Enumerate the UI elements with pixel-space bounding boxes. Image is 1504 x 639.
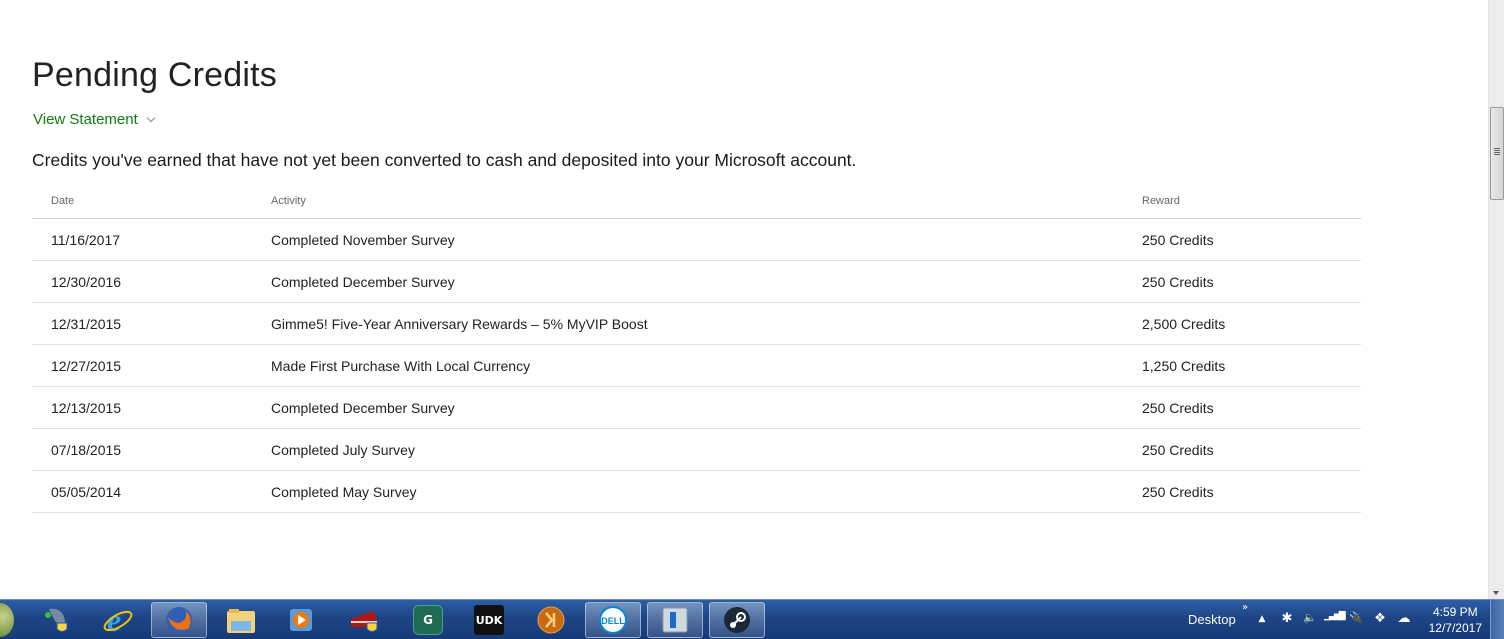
taskbar-app-internet-explorer[interactable]: e (90, 602, 146, 638)
scroll-down-arrow-icon[interactable] (1493, 591, 1499, 595)
cloud-upload-icon[interactable]: ☁ (1396, 611, 1412, 626)
clock-date: 12/7/2017 (1428, 621, 1482, 635)
chevron-down-icon (146, 113, 156, 122)
internet-explorer-icon: e (103, 604, 133, 636)
system-tray: Desktop » ▲ ✱ 🔈 ▁▃▅▇ 🔌 ❖ ☁ 4:59 PM 12/7/… (1174, 600, 1504, 639)
volume-icon[interactable]: 🔈 (1302, 611, 1318, 624)
taskbar-app-media-player[interactable] (273, 602, 329, 638)
view-statement-label: View Statement (33, 111, 138, 128)
cell-activity: Made First Purchase With Local Currency (271, 358, 531, 374)
network-shield-icon (45, 608, 68, 632)
steam-icon (724, 607, 750, 633)
cell-activity: Completed December Survey (271, 274, 455, 290)
file-explorer-icon (227, 609, 255, 633)
bluetooth-icon[interactable]: ✱ (1279, 611, 1295, 626)
table-row: 07/18/2015 Completed July Survey 250 Credi… (32, 429, 1361, 471)
show-hidden-icons-icon[interactable]: ▲ (1254, 614, 1270, 624)
scrollbar-thumb[interactable] (1490, 107, 1504, 200)
taskbar-app-dell[interactable]: DELL (585, 602, 641, 638)
dell-icon: DELL (599, 606, 627, 634)
column-header-date: Date (51, 195, 75, 207)
vertical-scrollbar[interactable] (1488, 0, 1504, 599)
3ds-max-icon: G (413, 605, 443, 635)
cell-activity: Gimme5! Five-Year Anniversary Rewards – … (271, 316, 648, 332)
cell-activity: Completed December Survey (271, 400, 455, 416)
windows-taskbar: e G UDK DELL Desktop » ▲ ✱ 🔈 ▁▃▅▇ 🔌 ❖ ☁ (0, 599, 1504, 639)
cell-date: 12/30/2016 (51, 274, 122, 290)
taskbar-app-window[interactable] (647, 602, 703, 638)
svg-text:DELL: DELL (601, 616, 625, 626)
table-row: 12/13/2015 Completed December Survey 250 C… (32, 387, 1361, 429)
power-icon[interactable]: 🔌 (1348, 611, 1364, 624)
cell-activity: Completed May Survey (271, 484, 417, 500)
pending-credits-page: Pending Credits View Statement Credits y… (0, 0, 1488, 599)
grip-icon (1494, 148, 1500, 156)
cell-date: 12/13/2015 (51, 400, 122, 416)
table-header: Date Activity Reward (32, 190, 1361, 219)
taskbar-app-steam[interactable] (709, 602, 765, 638)
cell-reward: 250 Credits (1142, 274, 1214, 290)
table-row: 11/16/2017 Completed November Survey 250 C… (32, 219, 1361, 261)
cell-reward: 250 Credits (1142, 232, 1214, 248)
cake-shield-icon (351, 611, 378, 632)
view-statement-dropdown[interactable]: View Statement (33, 111, 156, 128)
taskbar-app-swtor[interactable] (523, 602, 579, 638)
cell-date: 05/05/2014 (51, 484, 122, 500)
table-row: 12/30/2016 Completed December Survey 250 C… (32, 261, 1361, 303)
taskbar-app-3ds-max[interactable]: G (400, 602, 456, 638)
cell-date: 07/18/2015 (51, 442, 122, 458)
cell-reward: 1,250 Credits (1142, 358, 1226, 374)
table-row: 12/31/2015 Gimme5! Five-Year Anniversary … (32, 303, 1361, 345)
column-header-reward: Reward (1142, 195, 1180, 207)
cell-reward: 2,500 Credits (1142, 316, 1226, 332)
table-row: 05/05/2014 Completed May Survey 250 Credit… (32, 471, 1361, 513)
start-button[interactable] (0, 603, 14, 637)
taskbar-clock[interactable]: 4:59 PM 12/7/2017 (1429, 604, 1482, 636)
credits-table: Date Activity Reward 11/16/2017 Completed… (32, 190, 1361, 513)
udk-icon: UDK (474, 605, 504, 635)
cell-activity: Completed November Survey (271, 232, 455, 248)
signal-icon[interactable]: ▁▃▅▇ (1324, 611, 1346, 621)
swtor-icon (537, 606, 565, 634)
cell-date: 12/31/2015 (51, 316, 122, 332)
page-title: Pending Credits (32, 56, 277, 94)
firefox-icon (166, 607, 192, 633)
cell-date: 11/16/2017 (51, 232, 121, 248)
taskbar-app-firefox[interactable] (151, 602, 207, 638)
page-description: Credits you've earned that have not yet … (32, 150, 857, 170)
cell-reward: 250 Credits (1142, 484, 1214, 500)
cell-activity: Completed July Survey (271, 442, 415, 458)
cell-reward: 250 Credits (1142, 400, 1214, 416)
cell-date: 12/27/2015 (51, 358, 122, 374)
toolbar-overflow-icon[interactable]: » (1242, 602, 1248, 613)
cell-reward: 250 Credits (1142, 442, 1214, 458)
taskbar-app-network[interactable] (28, 602, 84, 638)
dropbox-icon[interactable]: ❖ (1372, 611, 1388, 626)
taskbar-app-file-explorer[interactable] (213, 602, 269, 638)
column-header-activity: Activity (271, 195, 306, 207)
app-window-icon (662, 607, 688, 633)
table-row: 12/27/2015 Made First Purchase With Local… (32, 345, 1361, 387)
desktop-toolbar-label[interactable]: Desktop (1188, 612, 1236, 627)
clock-time: 4:59 PM (1432, 605, 1478, 619)
media-player-icon (290, 609, 312, 631)
show-desktop-button[interactable] (1490, 600, 1504, 639)
taskbar-app-udk[interactable]: UDK (461, 602, 517, 638)
taskbar-app-cake[interactable] (337, 602, 393, 638)
